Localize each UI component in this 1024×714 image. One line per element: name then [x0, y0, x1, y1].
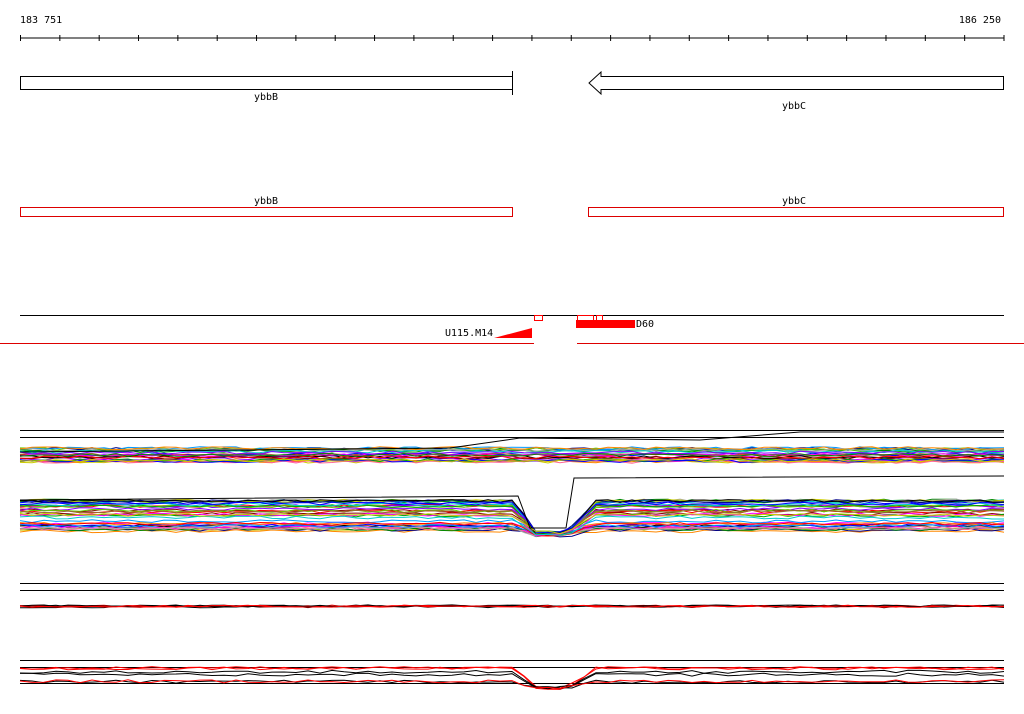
ruler-start-label: 183 751	[20, 15, 62, 26]
feature-label-U115-M14: U115.M14	[445, 328, 493, 339]
feature-track: U115.M14 D60	[0, 315, 1024, 344]
genome-browser-view: 183 751 186 250 ybbB ybbC ybbB ybbC U115…	[0, 15, 1024, 690]
dip-profile-track	[19, 660, 1005, 690]
cds-box-ybbC[interactable]	[588, 207, 1004, 217]
gene-arrow-ybbC[interactable]	[588, 70, 1004, 96]
gene-arrow-ybbB[interactable]	[20, 76, 513, 90]
feature-marker-D60-b	[596, 315, 603, 321]
gene-label-ybbB: ybbB	[254, 92, 278, 103]
cds-box-ybbB[interactable]	[20, 207, 513, 217]
cds-label-ybbC: ybbC	[782, 196, 806, 207]
gene-track: ybbB ybbC	[20, 70, 1004, 112]
feature-marker-small	[534, 315, 543, 321]
feature-U115-M14[interactable]	[494, 328, 532, 338]
flat-profile-track	[19, 583, 1005, 609]
dip-profile-line	[19, 679, 1005, 690]
dip-profile-line	[19, 666, 1005, 689]
feature-D60[interactable]	[576, 320, 635, 328]
feature-label-D60: D60	[636, 319, 654, 330]
expression-profile-track	[19, 430, 1005, 538]
cds-track: ybbB ybbC	[20, 196, 1004, 217]
feature-marker-D60-a	[577, 315, 594, 321]
ruler-end-label: 186 250	[959, 15, 1001, 26]
dip-profile-line	[19, 669, 1005, 690]
dip-profile-line	[19, 666, 1005, 690]
cds-label-ybbB: ybbB	[254, 196, 278, 207]
gene-label-ybbC: ybbC	[782, 101, 806, 112]
